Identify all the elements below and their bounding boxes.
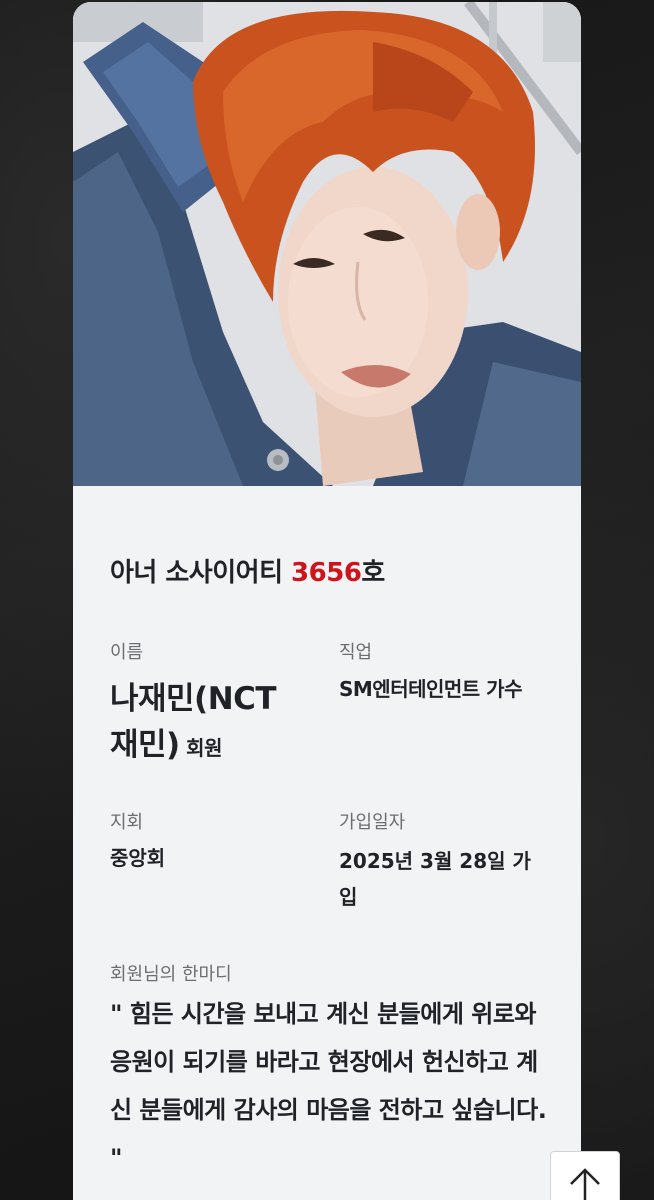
branch-label: 지회 (110, 812, 144, 833)
job-label: 직업 (339, 642, 373, 663)
name-label: 이름 (110, 642, 144, 663)
society-title-prefix: 아너 소사이어티 (110, 558, 292, 588)
member-card: 아너 소사이어티 3656호 이름 나재민(NCT 재민) 회원 직업 SM엔터… (73, 2, 581, 1200)
member-photo (73, 2, 581, 486)
scroll-to-top-button[interactable] (550, 1151, 620, 1200)
quote-text: " 힘든 시간을 보내고 계신 분들에게 위로와 응원이 되기를 바라고 현장에… (110, 1000, 547, 1172)
join-date-label: 가입일자 (339, 812, 406, 833)
branch-value: 중앙회 (110, 846, 166, 870)
name-value: 나재민(NCT 재민) 회원 (110, 676, 310, 771)
quote-label: 회원님의 한마디 (110, 964, 232, 985)
society-title-suffix: 호 (361, 558, 385, 588)
arrow-up-icon (570, 1168, 600, 1200)
society-number: 3656 (291, 558, 362, 588)
member-title-suffix: 회원 (179, 736, 222, 760)
page-background: 아너 소사이어티 3656호 이름 나재민(NCT 재민) 회원 직업 SM엔터… (0, 0, 654, 1200)
job-value: SM엔터테인먼트 가수 (339, 677, 522, 701)
join-date-value: 2025년 3월 28일 가입 (339, 849, 531, 909)
society-title: 아너 소사이어티 3656호 (110, 552, 385, 589)
